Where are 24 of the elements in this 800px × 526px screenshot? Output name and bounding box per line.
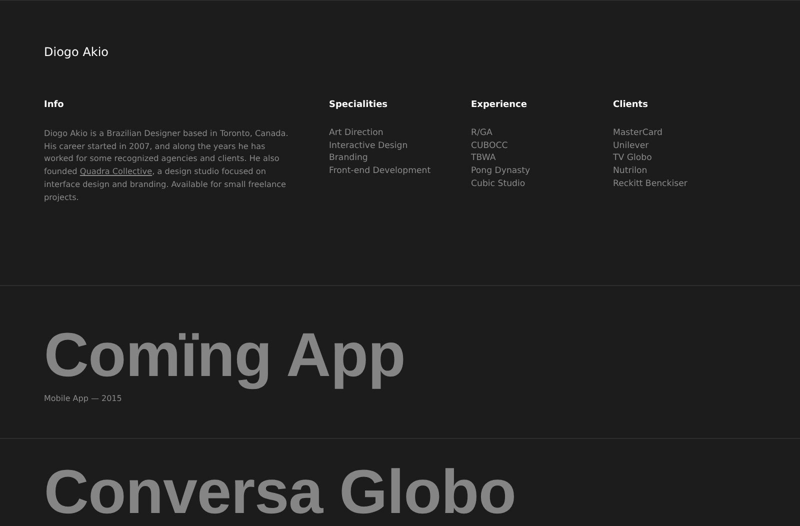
- section-heading: Clients: [613, 100, 649, 110]
- list-item: CUBOCC: [471, 140, 509, 152]
- list-item: Cubic Studio: [471, 178, 526, 191]
- list-item: TBWA: [471, 152, 497, 166]
- list-item: Reckitt Benckiser: [613, 178, 688, 191]
- list-item: Branding: [329, 152, 369, 166]
- project-title[interactable]: Comïng App: [44, 324, 406, 388]
- section-heading: Specialities: [329, 100, 389, 110]
- bio-text: Diogo Akio is a Brazilian Designer based in Toronto, Canada. His career started in 2007, and along the years he has worked for some recognized agencies and clients. He also founded Quadra Collective, a design studio focused on interface design and branding. Available for small freelance projects.: [44, 127, 290, 204]
- list-item: Unilever: [613, 140, 650, 152]
- project-subtitle: Mobile App — 2015: [44, 394, 122, 403]
- site-title[interactable]: Diogo Akio: [44, 45, 109, 59]
- list-item: TV Globo: [613, 152, 653, 166]
- list-item: Front-end Development: [329, 165, 432, 178]
- section-heading: Experience: [471, 100, 528, 110]
- list-item: Pong Dynasty: [471, 165, 532, 178]
- list-item: Interactive Design: [329, 140, 409, 152]
- project-title[interactable]: Conversa Globo: [44, 461, 516, 525]
- list-item: Nutrilon: [613, 165, 648, 178]
- list-item: MasterCard: [613, 127, 664, 140]
- list-item: R/GA: [471, 127, 494, 140]
- section-heading: Info: [44, 100, 65, 110]
- studio-link[interactable]: Quadra Collective: [80, 166, 152, 176]
- list-item: Art Direction: [329, 127, 384, 140]
